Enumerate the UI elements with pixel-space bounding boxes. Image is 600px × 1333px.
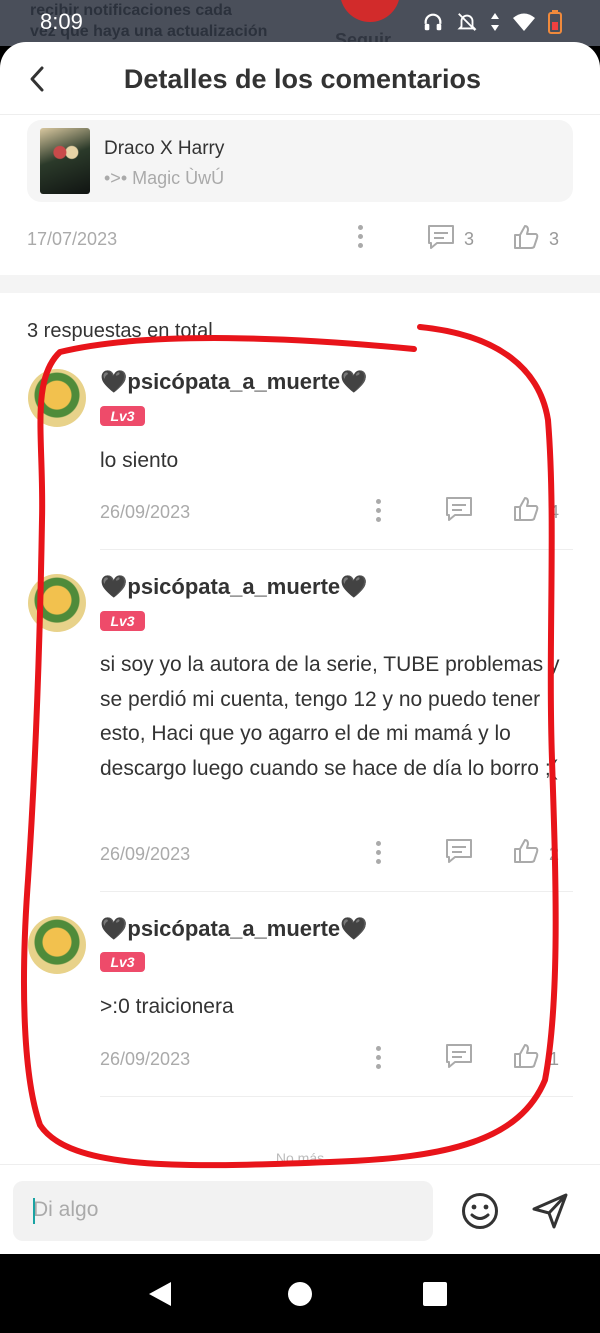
avatar[interactable] [28,574,86,632]
data-arrows-icon [491,13,499,31]
replies-total: 3 respuestas en total [27,320,213,342]
book-cover-image [40,128,90,194]
reply-like-count: 1 [549,1049,560,1069]
home-nav-icon[interactable] [287,1281,313,1307]
reply-text: lo siento [100,449,179,472]
emoji-icon[interactable] [460,1191,500,1231]
divider [100,1096,573,1097]
book-card[interactable]: Draco X Harry •>• Magic ÙwÚ [27,120,573,202]
page-title: Detalles de los comentarios [123,64,482,94]
status-icons [422,10,562,34]
like-icon[interactable] [512,1042,540,1070]
post-comment-count: 3 [464,229,475,249]
comment-details-sheet: Detalles de los comentarios Draco X Harr… [0,42,600,1254]
status-time: 8:09 [40,9,83,34]
avatar[interactable] [28,916,86,974]
section-divider [0,275,600,293]
reply-date: 26/09/2023 [100,1049,191,1069]
post-date: 17/07/2023 [27,229,118,249]
battery-icon [548,10,562,34]
reply-username[interactable]: 🖤psicópata_a_muerte🖤 [100,574,368,600]
more-options-icon[interactable] [376,499,382,525]
recents-nav-icon[interactable] [423,1282,447,1306]
level-badge: Lv3 [100,406,145,426]
reply-username[interactable]: 🖤psicópata_a_muerte🖤 [100,916,368,942]
reply-username[interactable]: 🖤psicópata_a_muerte🖤 [100,369,368,395]
system-navigation-bar [0,1254,600,1333]
like-icon[interactable] [512,837,540,865]
reply-date: 26/09/2023 [100,502,191,522]
divider [100,891,573,892]
reply-text: >:0 traicionera [100,995,234,1018]
reply-comment-icon[interactable] [444,837,474,865]
reply-like-count: 2 [549,844,560,864]
notifications-off-icon [457,13,477,31]
more-options-icon[interactable] [376,841,382,867]
like-icon[interactable] [512,495,540,523]
comment-input-bar: Di algo [0,1164,600,1254]
reply-date: 26/09/2023 [100,844,191,864]
like-icon[interactable] [512,223,540,251]
more-options-icon[interactable] [376,1046,382,1072]
avatar[interactable] [28,369,86,427]
headphones-icon [424,13,442,31]
status-bar: recibir notificaciones cada vez que haya… [0,0,600,46]
wifi-icon [513,13,535,31]
header: Detalles de los comentarios [0,42,600,115]
reply-text: si soy yo la autora de la serie, TUBE pr… [100,653,560,780]
more-options-icon[interactable] [358,225,364,251]
level-badge: Lv3 [100,611,145,631]
reply-comment-icon[interactable] [444,495,474,523]
send-icon[interactable] [530,1191,570,1231]
comment-input[interactable]: Di algo [13,1181,433,1241]
text-caret [33,1198,35,1224]
book-author: •>• Magic ÙwÚ [104,168,225,188]
back-nav-icon[interactable] [147,1281,173,1307]
book-title: Draco X Harry [104,138,225,159]
level-badge: Lv3 [100,952,145,972]
background-heart-icon [340,0,400,22]
divider [100,549,573,550]
input-placeholder: Di algo [33,1198,99,1221]
post-meta: 17/07/2023 3 3 [27,218,573,258]
reply-comment-icon[interactable] [444,1042,474,1070]
post-like-count: 3 [549,229,560,249]
comment-icon[interactable] [426,223,456,251]
reply-like-count: 4 [549,502,560,522]
